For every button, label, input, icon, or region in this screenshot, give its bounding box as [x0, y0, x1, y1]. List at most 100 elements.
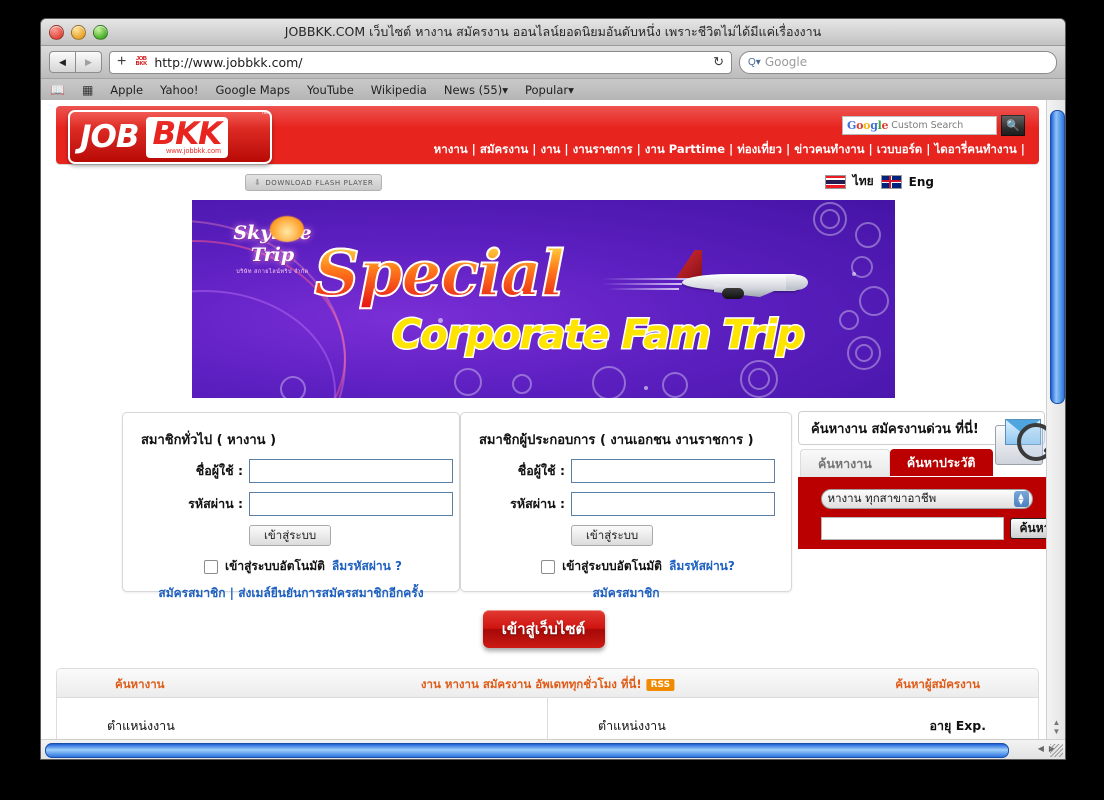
browser-window: JOBBKK.COM เว็บไซต์ หางาน สมัครงาน ออนไล…: [40, 18, 1066, 760]
search-icon: Q▾: [748, 56, 761, 68]
employer-password-input[interactable]: [571, 492, 775, 516]
vertical-scrollbar[interactable]: ▲ ▼: [1046, 100, 1065, 740]
job-board-columns: ตำแหน่งงาน ตำแหน่งงาน อายุ Exp.: [57, 698, 1038, 740]
scroll-down-icon[interactable]: ▼: [1050, 727, 1063, 736]
site-logo[interactable]: JOB BKK www.jobbkk.com ™: [68, 110, 272, 164]
job-board-center-text: งาน หางาน สมัครงาน อัพเดททุกชั่วโมง ที่น…: [421, 676, 675, 694]
employer-login-button[interactable]: เข้าสู่ระบบ: [571, 525, 654, 546]
right-column-position-header: ตำแหน่งงาน: [598, 718, 666, 733]
exp-header-label: Exp.: [955, 718, 986, 733]
google-search-input[interactable]: Google Custom Search: [842, 116, 997, 135]
minimize-button[interactable]: [71, 25, 86, 40]
banner-circle-2: [820, 209, 840, 229]
banner-circle-9: [454, 368, 482, 396]
quick-search-row: ค้นหา: [820, 517, 1047, 540]
employer-auto-login-checkbox[interactable]: [541, 559, 556, 574]
job-board: ค้นหางาน งาน หางาน สมัครงาน อัพเดททุกชั่…: [56, 668, 1039, 740]
browser-toolbar: ◀ ▶ + JOB BKK http://www.jobbkk.com/ ↻ Q…: [41, 46, 1065, 79]
employer-register-link[interactable]: สมัครสมาชิก: [592, 586, 659, 600]
bookmark-youtube[interactable]: YouTube: [307, 83, 354, 97]
download-flash-player-button[interactable]: ⬇ DOWNLOAD FLASH PLAYER: [245, 174, 383, 191]
quick-search-input[interactable]: [820, 517, 1004, 540]
forward-button[interactable]: ▶: [76, 51, 102, 73]
thailand-flag-icon[interactable]: [824, 174, 846, 189]
general-username-row: ชื่อผู้ใช้ :: [123, 459, 459, 483]
job-board-find-candidates-link[interactable]: ค้นหาผู้สมัครงาน: [895, 676, 980, 694]
rss-icon[interactable]: RSS: [646, 679, 675, 691]
back-button[interactable]: ◀: [49, 51, 76, 73]
language-switcher: ไทย Eng: [824, 172, 934, 191]
quick-search-button[interactable]: ค้นหา: [1009, 518, 1047, 539]
tab-find-jobs[interactable]: ค้นหางาน: [800, 449, 890, 477]
lang-thai-label[interactable]: ไทย: [853, 172, 874, 191]
top-sites-grid-icon[interactable]: ▦: [82, 83, 93, 97]
logo-bkk-text: BKK: [152, 116, 223, 152]
job-category-value: หางาน ทุกสาขาอาชีพ: [827, 491, 937, 505]
employer-forgot-password-link[interactable]: ลืมรหัสผ่าน?: [669, 557, 735, 576]
general-username-input[interactable]: [249, 459, 453, 483]
page-content: JOB BKK www.jobbkk.com ™ Google Custom S…: [41, 100, 1047, 740]
scroll-left-icon[interactable]: ◀: [1038, 744, 1049, 753]
bookmark-news[interactable]: News (55)▾: [444, 83, 508, 97]
general-password-input[interactable]: [249, 492, 453, 516]
vertical-scrollbar-thumb[interactable]: [1050, 110, 1065, 404]
general-auto-login-checkbox[interactable]: [204, 559, 219, 574]
google-wordmark: Google: [847, 119, 888, 132]
zoom-button[interactable]: [93, 25, 108, 40]
general-login-button[interactable]: เข้าสู่ระบบ: [249, 525, 332, 546]
general-forgot-password-link[interactable]: ลืมรหัสผ่าน ?: [332, 557, 402, 576]
close-button[interactable]: [49, 25, 64, 40]
employer-password-label: รหัสผ่าน :: [510, 496, 565, 511]
address-bar[interactable]: + JOB BKK http://www.jobbkk.com/ ↻: [109, 50, 732, 74]
horizontal-scrollbar-thumb[interactable]: [45, 743, 1009, 758]
horizontal-scrollbar[interactable]: ◀▶: [41, 739, 1065, 759]
employer-bottom-links: สมัครสมาชิก: [461, 584, 791, 603]
tab-find-resumes[interactable]: ค้นหาประวัติ: [889, 449, 993, 476]
employer-login-panel: สมาชิกผู้ประกอบการ ( งานเอกชน งานราชการ …: [460, 412, 792, 600]
uk-flag-icon[interactable]: [880, 174, 902, 189]
scroll-up-icon[interactable]: ▲: [1050, 718, 1063, 727]
reload-icon[interactable]: ↻: [713, 54, 724, 70]
address-value: http://www.jobbkk.com/: [154, 54, 303, 70]
lang-eng-label[interactable]: Eng: [909, 175, 934, 189]
main-navigation[interactable]: หางาน | สมัครงาน | งาน | งานราชการ | งาน…: [434, 141, 1025, 159]
quick-search-widget: ค้นหางาน สมัครงานด่วน ที่นี่! ค้นหางาน ค…: [798, 411, 1047, 549]
promo-banner[interactable]: Skyline Trip บริษัท สกายไลน์ทริป จำกัด S…: [192, 200, 895, 398]
google-custom-search[interactable]: Google Custom Search 🔍: [842, 115, 1025, 136]
logo-bkk-box: BKK www.jobbkk.com: [145, 116, 229, 158]
enter-site-label: เข้าสู่เว็บไซต์: [501, 620, 586, 638]
job-category-select[interactable]: หางาน ทุกสาขาอาชีพ ▲ ▼: [820, 489, 1033, 509]
general-submit-row: เข้าสู่ระบบ: [123, 525, 459, 546]
search-folder-magnifier-icon: [993, 413, 1047, 469]
bookmark-popular[interactable]: Popular▾: [525, 83, 574, 97]
enter-site-button[interactable]: เข้าสู่เว็บไซต์: [482, 610, 605, 648]
bookmark-apple[interactable]: Apple: [110, 83, 143, 97]
general-register-links[interactable]: สมัครสมาชิก | ส่งเมล์ยืนยันการสมัครสมาชิ…: [158, 586, 423, 600]
general-login-title: สมาชิกทั่วไป ( หางาน ): [141, 433, 277, 448]
banner-circle-6: [839, 310, 859, 330]
employer-username-input[interactable]: [571, 459, 775, 483]
banner-circle-12: [662, 372, 688, 398]
google-search-button[interactable]: 🔍: [1001, 115, 1025, 136]
browser-search-field[interactable]: Q▾ Google: [739, 50, 1057, 74]
window-title: JOBBKK.COM เว็บไซต์ หางาน สมัครงาน ออนไล…: [284, 24, 822, 39]
resize-grip-icon[interactable]: [1050, 744, 1063, 757]
g-letter-1: G: [847, 119, 857, 132]
title-bar: JOBBKK.COM เว็บไซต์ หางาน สมัครงาน ออนไล…: [41, 19, 1065, 46]
favicon-icon: JOB BKK: [133, 55, 150, 69]
general-member-login-panel: สมาชิกทั่วไป ( หางาน ) ชื่อผู้ใช้ : รหัส…: [122, 412, 460, 600]
new-tab-button[interactable]: +: [115, 54, 128, 70]
job-board-find-jobs-link[interactable]: ค้นหางาน: [115, 676, 165, 694]
job-board-right-column: ตำแหน่งงาน อายุ Exp.: [548, 698, 1038, 740]
quick-search-body: หางาน ทุกสาขาอาชีพ ▲▼ ค้นหา: [798, 477, 1047, 549]
bookmark-yahoo[interactable]: Yahoo!: [160, 83, 198, 97]
bookmark-wikipedia[interactable]: Wikipedia: [371, 83, 427, 97]
sidebar-book-icon[interactable]: 📖: [50, 83, 65, 97]
banner-headline: Special: [313, 235, 566, 311]
bookmark-google-maps[interactable]: Google Maps: [216, 83, 290, 97]
vertical-scroll-buttons[interactable]: ▲ ▼: [1050, 718, 1063, 736]
employer-username-row: ชื่อผู้ใช้ :: [461, 459, 791, 483]
page-viewport: JOB BKK www.jobbkk.com ™ Google Custom S…: [41, 100, 1065, 740]
window-controls: [49, 25, 108, 40]
general-password-row: รหัสผ่าน :: [123, 492, 459, 516]
